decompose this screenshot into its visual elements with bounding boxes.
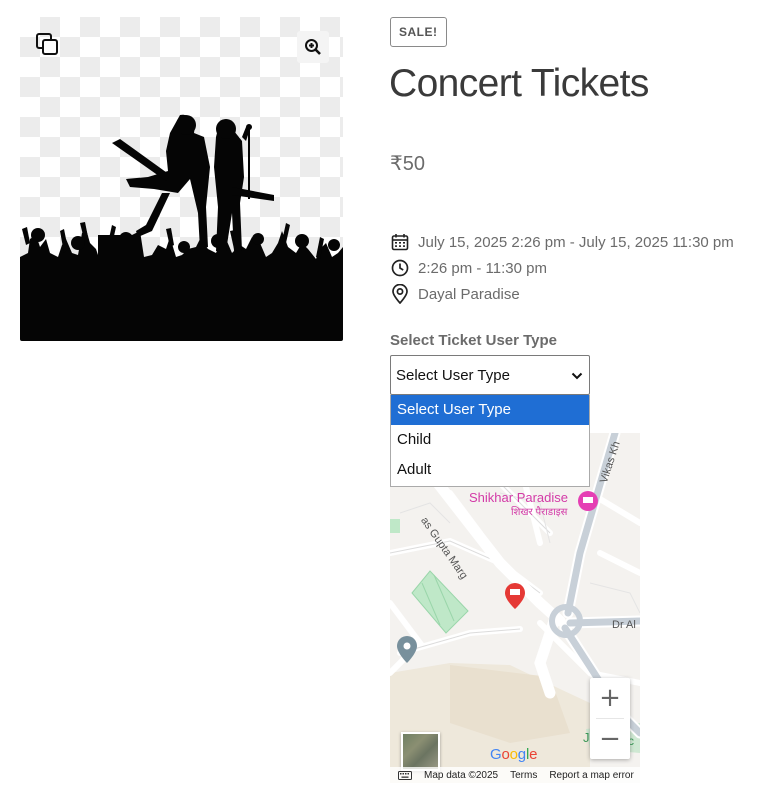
- product-price: ₹50: [390, 153, 425, 175]
- map-satellite-toggle[interactable]: [401, 732, 440, 771]
- ticket-type-label: Select Ticket User Type: [390, 332, 558, 349]
- google-logo-letter: e: [529, 746, 538, 763]
- map-zoom-out-button[interactable]: −: [590, 719, 630, 759]
- map-data-text: Map data ©2025: [424, 769, 499, 781]
- event-venue-row: Dayal Paradise: [390, 284, 520, 304]
- map-label-dr: Dr Al: [612, 619, 636, 631]
- event-date-row: July 15, 2025 2:26 pm - July 15, 2025 11…: [390, 232, 734, 252]
- option-select-user-type[interactable]: Select User Type: [391, 395, 589, 425]
- option-child[interactable]: Child: [391, 425, 589, 455]
- google-logo-letter: o: [501, 746, 510, 763]
- clock-icon: [390, 258, 410, 278]
- google-logo-letter: o: [509, 746, 518, 763]
- product-title: Concert Tickets: [389, 62, 649, 105]
- ticket-type-select[interactable]: Select User Type: [390, 355, 590, 395]
- map-terms-link[interactable]: Terms: [510, 770, 537, 781]
- google-logo-letter: g: [517, 746, 526, 763]
- map-attribution-bar: Map data ©2025 Terms Report a map error: [390, 767, 640, 783]
- ticket-type-options: Select User Type Child Adult: [390, 395, 590, 487]
- map-zoom-controls: + −: [590, 678, 630, 759]
- google-logo: Google: [490, 746, 537, 763]
- map-report-link[interactable]: Report a map error: [549, 770, 633, 781]
- event-date-text: July 15, 2025 2:26 pm - July 15, 2025 11…: [418, 233, 734, 251]
- event-time-row: 2:26 pm - 11:30 pm: [390, 258, 547, 278]
- chevron-down-icon: [571, 367, 583, 384]
- google-logo-text: Google: [490, 746, 537, 763]
- keyboard-icon[interactable]: [398, 770, 412, 780]
- event-venue-text: Dayal Paradise: [418, 285, 520, 303]
- event-time-text: 2:26 pm - 11:30 pm: [418, 259, 547, 277]
- concert-silhouette-image: [20, 114, 343, 341]
- product-image[interactable]: [20, 17, 343, 341]
- map-label-j: J: [583, 730, 590, 745]
- magnify-plus-icon[interactable]: [297, 31, 329, 63]
- map-label-shikhar: Shikhar Paradise: [469, 490, 568, 505]
- map-label-shikhar-hindi: शिखर पैराडाइस: [511, 507, 568, 518]
- ticket-type-selected-value: Select User Type: [396, 366, 510, 384]
- map-pin-icon: [390, 284, 410, 304]
- google-logo-letter: G: [490, 746, 502, 763]
- sale-badge: SALE!: [390, 17, 447, 47]
- option-adult[interactable]: Adult: [391, 455, 589, 485]
- map-zoom-in-button[interactable]: +: [590, 678, 630, 718]
- calendar-icon: [390, 232, 410, 252]
- gallery-copy-icon[interactable]: [34, 31, 60, 57]
